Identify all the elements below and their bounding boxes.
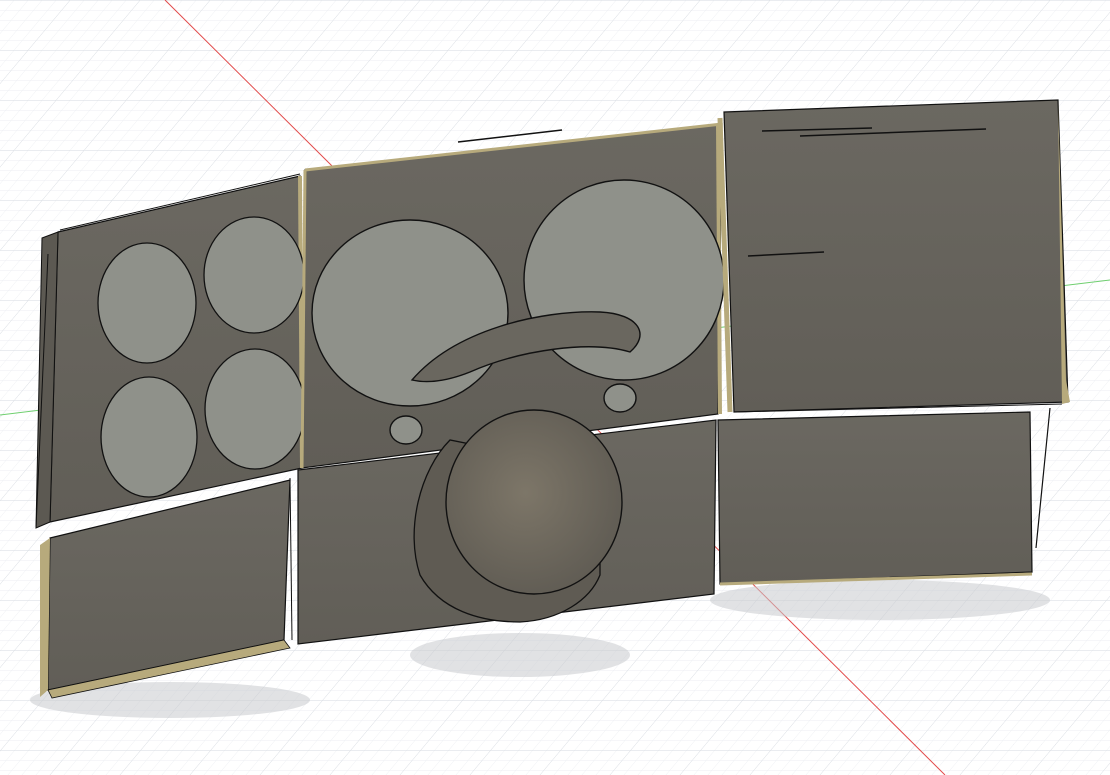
cad-viewport[interactable]	[0, 0, 1110, 775]
left-gauge-panel[interactable]	[35, 175, 306, 529]
right-lower-panel[interactable]	[717, 407, 1051, 586]
cad-canvas[interactable]	[0, 0, 1110, 775]
right-upper-panel[interactable]	[717, 99, 1070, 413]
